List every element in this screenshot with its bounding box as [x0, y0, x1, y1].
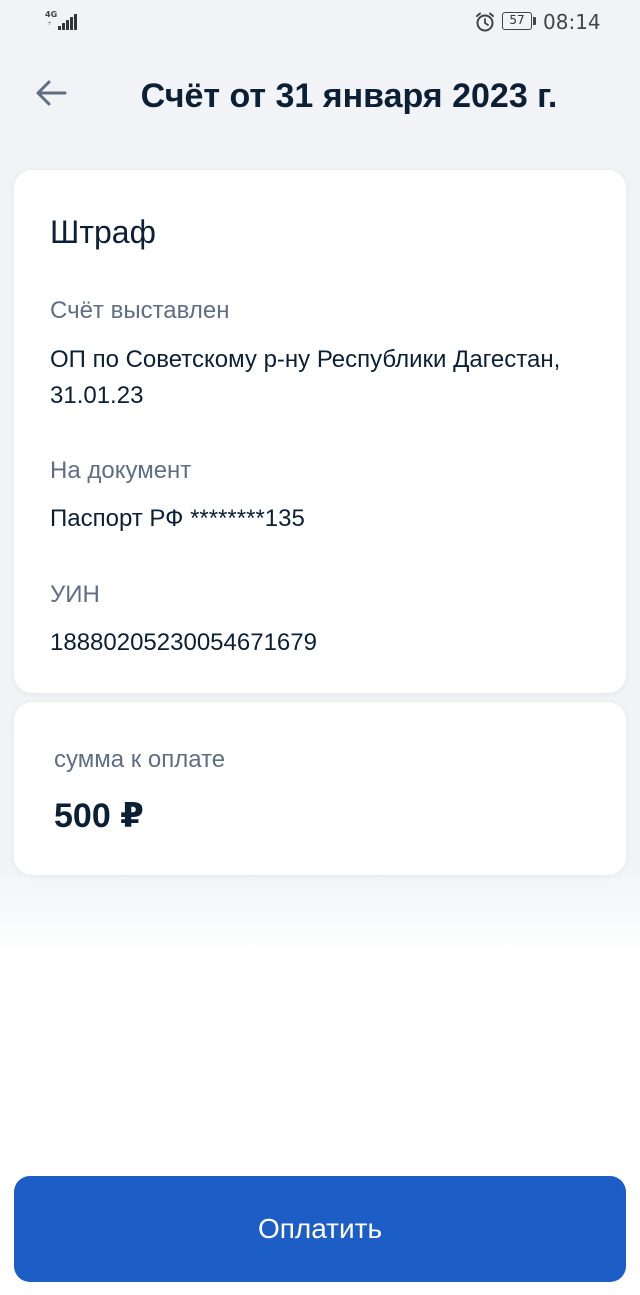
page-title: Счёт от 31 января 2023 г. [140, 77, 558, 115]
status-time: 08:14 [543, 10, 601, 34]
uin-label: УИН [50, 581, 100, 608]
network-type: 4G [45, 10, 58, 19]
battery-icon: 57 [502, 12, 532, 30]
network-sub: + [47, 20, 53, 27]
issued-label: Счёт выставлен [50, 297, 230, 324]
sum-value: 500 ₽ [54, 797, 144, 835]
bill-type-heading: Штраф [50, 214, 156, 250]
payment-sum-card: сумма к оплате 500 ₽ [14, 702, 626, 875]
bill-details-card: Штраф Счёт выставлен ОП по Советскому р-… [14, 170, 626, 693]
signal-icon: 4G + [45, 10, 79, 32]
uin-value: 18880205230054671679 [50, 629, 317, 656]
pay-button[interactable]: Оплатить [14, 1176, 626, 1282]
sum-label: сумма к оплате [54, 746, 226, 773]
issued-value: ОП по Советскому р-ну Республики Дагеста… [50, 346, 561, 409]
signal-bars [58, 14, 78, 30]
alarm-icon [474, 11, 496, 33]
status-bar: 4G + 57 08:14 [0, 0, 640, 44]
back-button[interactable] [28, 70, 74, 116]
document-label: На документ [50, 457, 192, 484]
arrow-left-icon [36, 80, 67, 106]
battery-tip [533, 17, 536, 25]
document-value: Паспорт РФ ********135 [50, 505, 305, 532]
